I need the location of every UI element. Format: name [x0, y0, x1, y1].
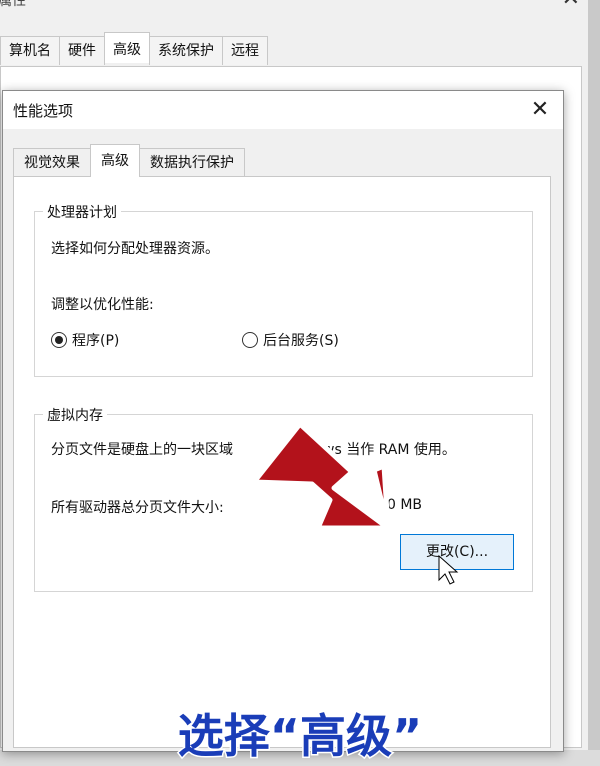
mouse-cursor-icon — [438, 554, 459, 585]
caption-overlay: 选择“高级” — [176, 708, 423, 765]
arrow-shape — [251, 421, 391, 531]
annotation-arrow — [251, 421, 459, 585]
tab-advanced[interactable]: 高级 — [90, 144, 140, 177]
